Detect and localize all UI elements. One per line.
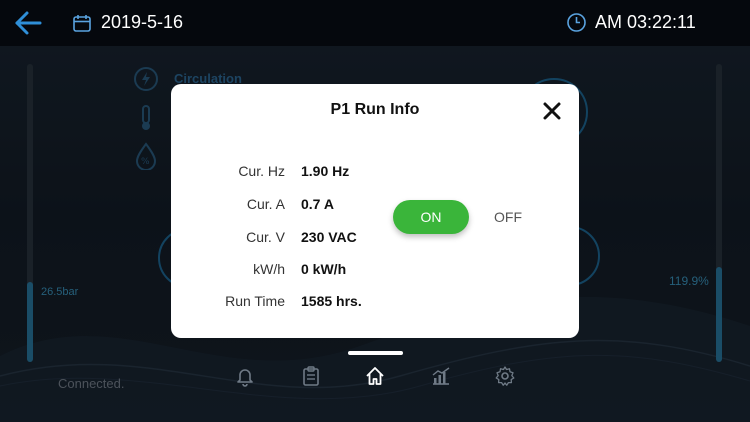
close-icon[interactable]: [541, 100, 563, 122]
off-button[interactable]: OFF: [483, 200, 533, 234]
clipboard-icon[interactable]: [300, 365, 322, 387]
nav-active-indicator: [348, 351, 403, 355]
chart-icon[interactable]: [430, 365, 452, 387]
time-display: AM 03:22:11: [566, 12, 696, 33]
info-label: kW/h: [253, 261, 285, 277]
clock-icon: [567, 13, 586, 32]
home-icon[interactable]: [364, 365, 386, 387]
date-text: 2019-5-16: [101, 12, 184, 32]
info-row-volts: Cur. V 230 VAC: [171, 229, 411, 249]
info-value: 1585 hrs.: [301, 293, 362, 309]
info-row-hz: Cur. Hz 1.90 Hz: [171, 163, 411, 183]
bell-icon[interactable]: [234, 365, 256, 387]
run-info-dialog: P1 Run Info Cur. Hz 1.90 Hz Cur. A 0.7 A…: [171, 84, 579, 338]
info-value: 0 kW/h: [301, 261, 347, 277]
time-text: AM 03:22:11: [595, 12, 696, 32]
gear-icon[interactable]: [494, 365, 516, 387]
calendar-icon: [73, 14, 91, 32]
on-button[interactable]: ON: [393, 200, 469, 234]
info-row-runtime: Run Time 1585 hrs.: [171, 293, 411, 313]
info-value: 0.7 A: [301, 196, 334, 212]
dialog-title: P1 Run Info: [330, 101, 420, 118]
top-bar: 2019-5-16 AM 03:22:11: [0, 0, 750, 46]
info-value: 1.90 Hz: [301, 163, 350, 179]
back-arrow-icon[interactable]: [14, 10, 42, 36]
info-label: Cur. A: [246, 196, 285, 212]
info-label: Cur. Hz: [238, 163, 285, 179]
info-row-amps: Cur. A 0.7 A: [171, 196, 411, 216]
info-label: Run Time: [225, 293, 285, 309]
info-row-kwh: kW/h 0 kW/h: [171, 261, 411, 281]
info-label: Cur. V: [246, 229, 285, 245]
date-display: 2019-5-16: [72, 12, 183, 33]
info-value: 230 VAC: [301, 229, 357, 245]
